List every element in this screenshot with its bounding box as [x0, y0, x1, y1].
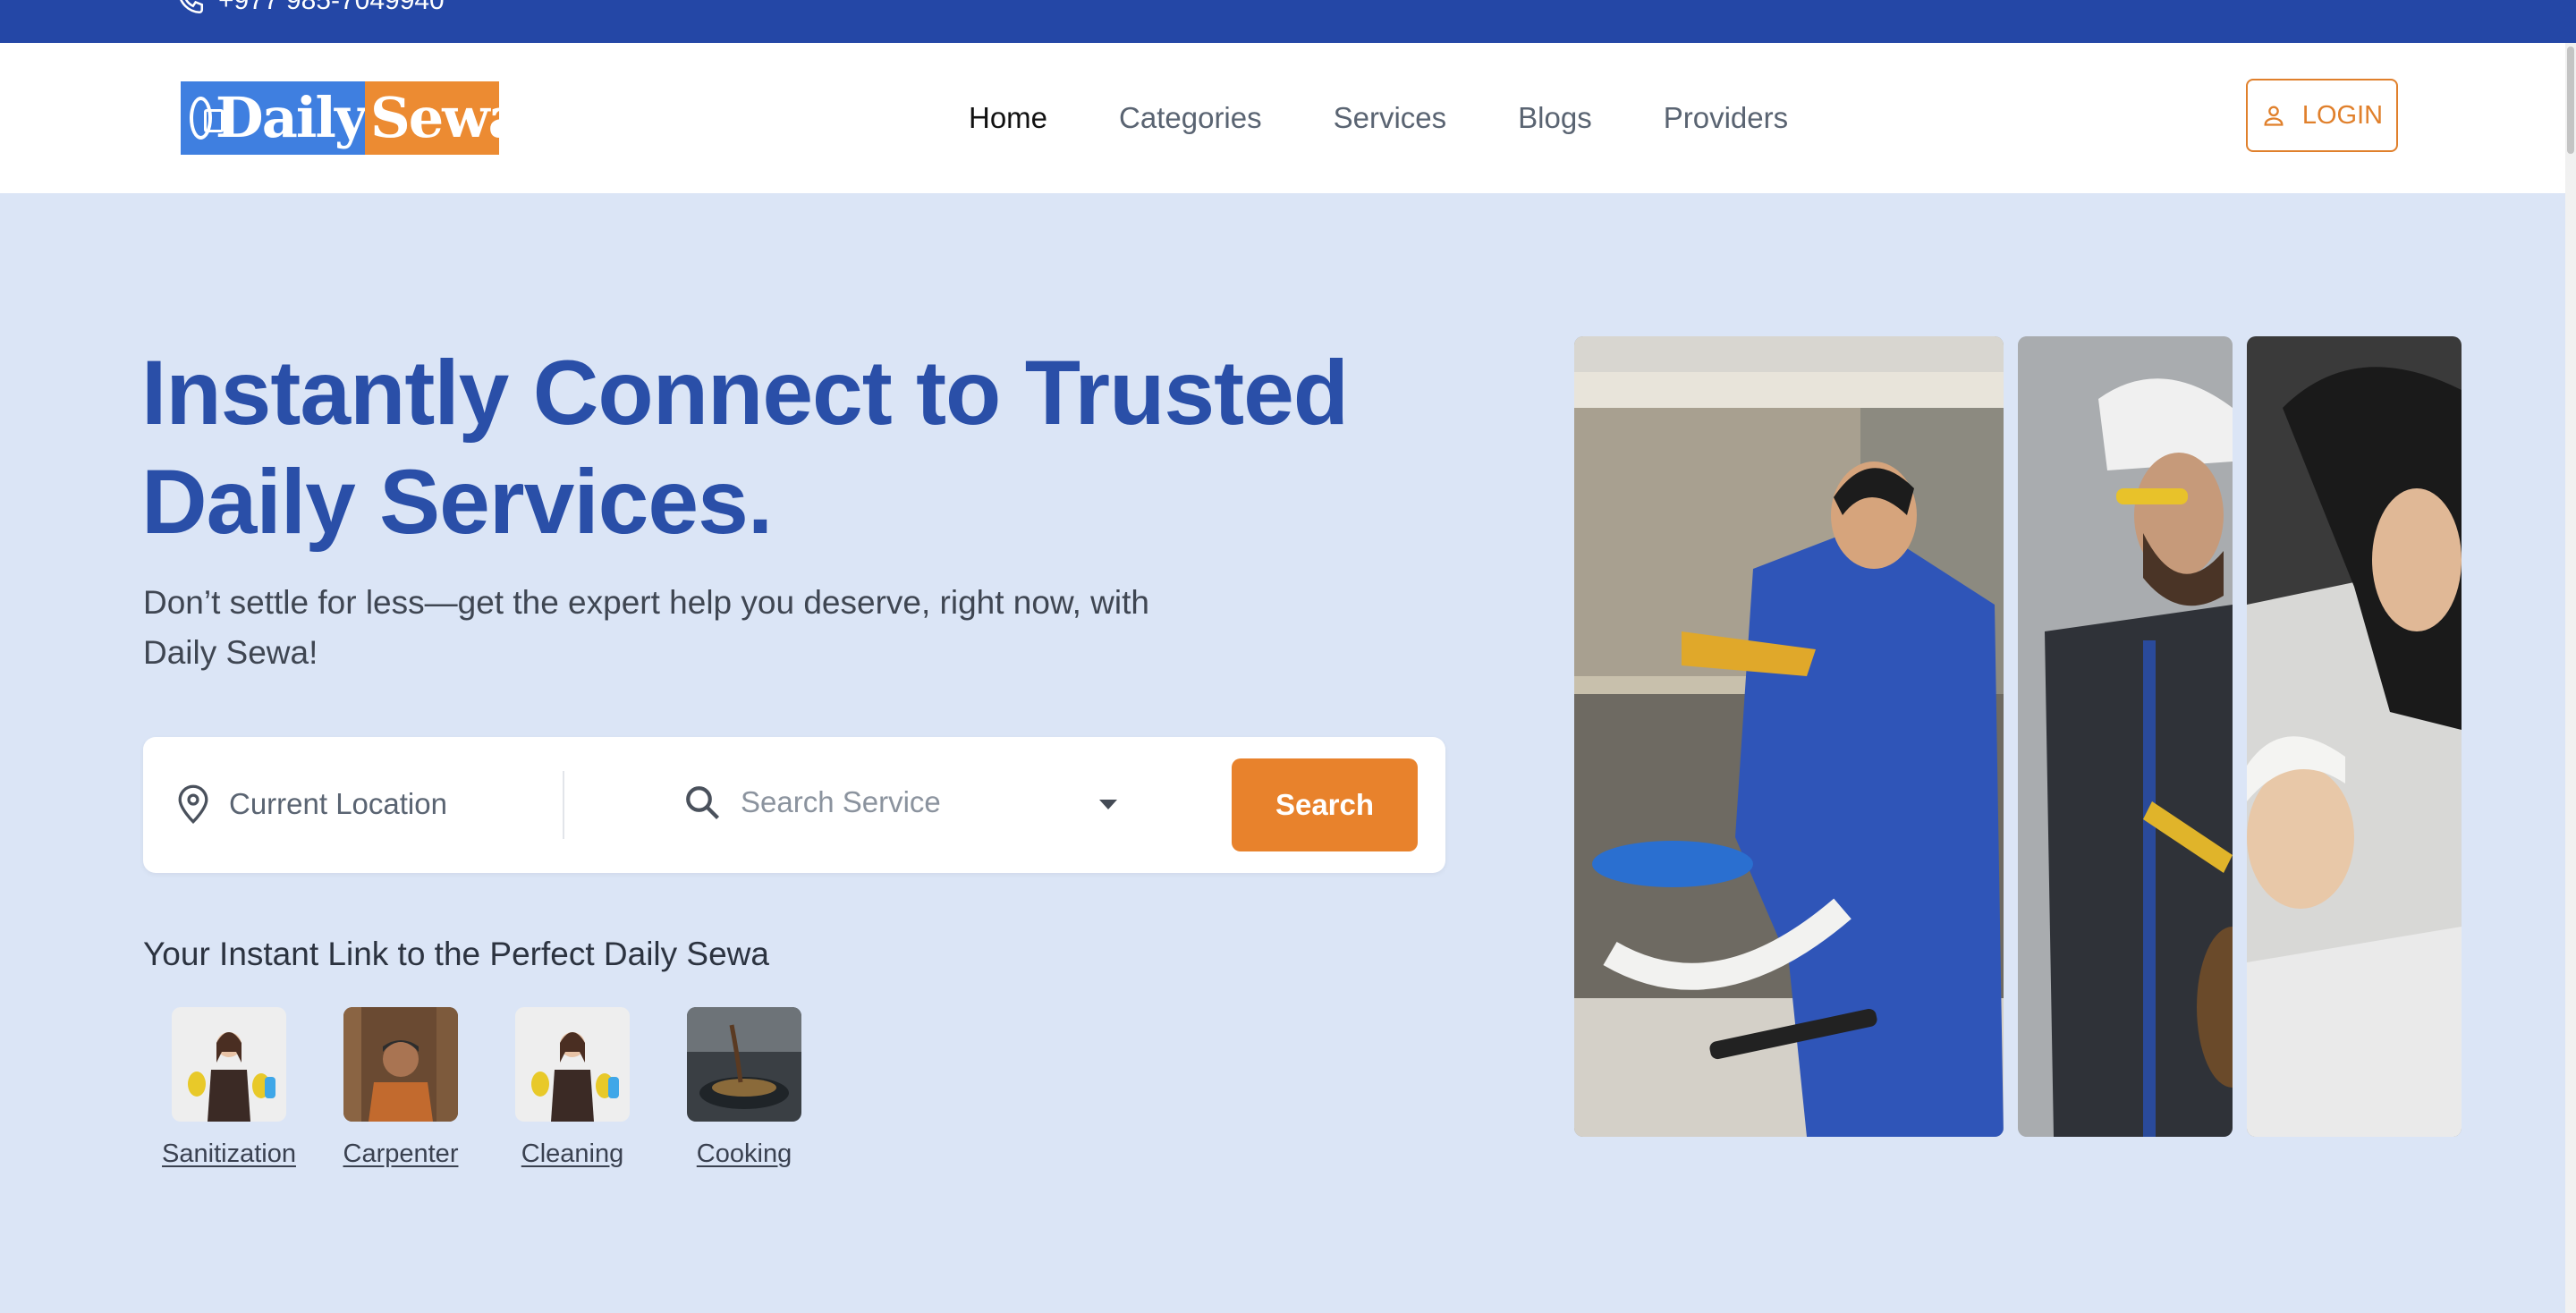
- quick-links-title: Your Instant Link to the Perfect Daily S…: [143, 936, 769, 972]
- quick-link-carpenter[interactable]: Carpenter: [315, 1007, 487, 1169]
- service-field[interactable]: [683, 784, 1089, 821]
- search-button[interactable]: Search: [1232, 758, 1418, 851]
- quick-link-label[interactable]: Sanitization: [162, 1139, 296, 1169]
- contact-phone[interactable]: +977 985-7049940: [175, 0, 445, 16]
- top-contact-bar: +977 985-7049940: [0, 0, 2576, 43]
- search-icon: [686, 786, 719, 819]
- login-button[interactable]: LOGIN: [2246, 79, 2398, 152]
- map-pin-icon: [178, 784, 208, 825]
- nav-providers[interactable]: Providers: [1664, 100, 1788, 136]
- quick-links-list: Sanitization Carpenter Cleaning Cooking: [143, 1007, 830, 1169]
- search-divider: [563, 771, 564, 839]
- daily-sewa-logo[interactable]: Daily Sewa: [181, 81, 524, 155]
- quick-link-cleaning[interactable]: Cleaning: [487, 1007, 658, 1169]
- logo-emblem-icon: [190, 97, 224, 140]
- hero-photo-collage: [1574, 336, 2462, 1137]
- login-label: LOGIN: [2301, 100, 2384, 130]
- quick-link-label[interactable]: Cooking: [697, 1139, 792, 1169]
- quick-link-label[interactable]: Cleaning: [521, 1139, 623, 1169]
- carpenter-thumbnail[interactable]: [343, 1007, 458, 1122]
- hero-title-line1: Instantly Connect to Trusted: [141, 342, 1349, 444]
- electrician-photo: [2018, 336, 2233, 1137]
- quick-link-sanitization[interactable]: Sanitization: [143, 1007, 315, 1169]
- chevron-down-icon[interactable]: [1099, 800, 1117, 809]
- logo-word-daily: Daily: [215, 85, 367, 150]
- beautician-photo: [2247, 336, 2462, 1137]
- phone-number: +977 985-7049940: [218, 0, 445, 15]
- logo-word-sewa: Sewa: [370, 85, 524, 150]
- location-field[interactable]: [175, 784, 533, 825]
- cooking-thumbnail[interactable]: [687, 1007, 801, 1122]
- nav-blogs[interactable]: Blogs: [1518, 100, 1592, 136]
- location-input[interactable]: [229, 787, 533, 821]
- hero-title: Instantly Connect to Trusted Daily Servi…: [141, 338, 1483, 556]
- main-header: Daily Sewa Home Categories Services Blog…: [0, 43, 2565, 193]
- page-scrollbar[interactable]: [2565, 43, 2576, 1313]
- quick-link-label[interactable]: Carpenter: [343, 1139, 459, 1169]
- quick-link-cooking[interactable]: Cooking: [658, 1007, 830, 1169]
- search-bar: Search: [143, 737, 1445, 873]
- user-icon: [2264, 106, 2284, 126]
- hero-subtitle: Don’t settle for less—get the expert hel…: [143, 584, 1149, 671]
- sanitization-thumbnail[interactable]: [172, 1007, 286, 1122]
- plumber-photo: [1574, 336, 2004, 1137]
- hero-title-line2: Daily Services.: [141, 451, 773, 553]
- nav-home[interactable]: Home: [969, 100, 1047, 136]
- scrollbar-thumb[interactable]: [2567, 47, 2574, 154]
- phone-icon: [180, 0, 204, 14]
- nav-categories[interactable]: Categories: [1119, 100, 1262, 136]
- nav-services[interactable]: Services: [1334, 100, 1447, 136]
- service-search-input[interactable]: [741, 785, 1089, 819]
- cleaning-thumbnail[interactable]: [515, 1007, 630, 1122]
- main-nav: Home Categories Services Blogs Providers: [969, 100, 1860, 136]
